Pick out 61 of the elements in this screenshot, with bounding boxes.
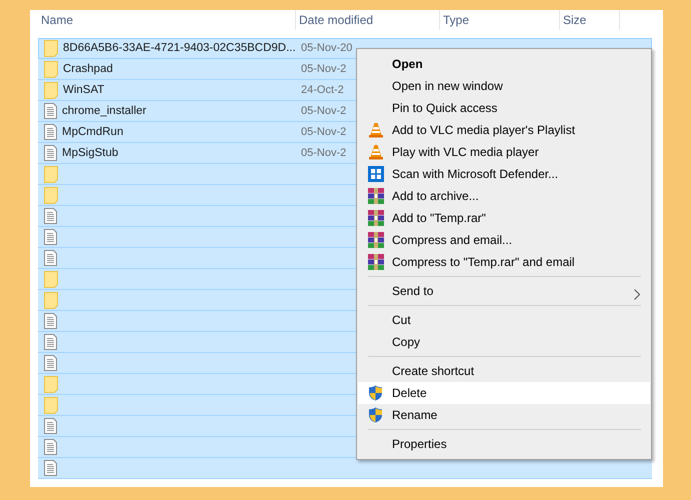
menu-item[interactable]: Cut: [358, 309, 650, 331]
traffic-cone-icon: [368, 122, 384, 138]
folder-icon: [44, 60, 58, 78]
menu-item[interactable]: Delete: [358, 382, 650, 404]
document-icon: [44, 103, 57, 119]
column-header[interactable]: Name: [38, 10, 296, 30]
column-header[interactable]: Date modified: [296, 10, 440, 30]
file-name: MpCmdRun: [62, 126, 124, 138]
date-cell-text: 05-Nov-2: [300, 63, 346, 75]
date-cell-text: 05-Nov-2: [300, 105, 346, 117]
document-icon: [44, 460, 57, 476]
document-icon: [44, 250, 57, 266]
date-cell-text: 24-Oct-2: [300, 84, 344, 96]
file-name: chrome_installer: [62, 105, 146, 117]
folder-icon: [44, 186, 58, 204]
folder-icon: [44, 376, 58, 392]
folder-icon: [44, 40, 58, 56]
books-icon: [368, 210, 384, 226]
menu-item[interactable]: Add to archive...: [358, 185, 650, 207]
file-name: 8D66A5B6-33AE-4721-9403-02C35BCD9D...: [63, 42, 296, 54]
menu-item[interactable]: Scan with Microsoft Defender...: [358, 163, 650, 185]
date-cell-text: 05-Nov-2: [300, 147, 346, 159]
menu-item[interactable]: Create shortcut: [358, 360, 650, 382]
document-icon: [44, 334, 57, 350]
menu-item[interactable]: Send to: [358, 280, 650, 302]
menu-item[interactable]: Properties: [358, 433, 650, 455]
chevron-icon: [634, 289, 640, 300]
folder-icon: [44, 82, 58, 98]
menu-item[interactable]: Rename: [358, 404, 650, 426]
date-cell-text: 05-Nov-20: [300, 42, 352, 54]
menu-item[interactable]: Add to "Temp.rar": [358, 207, 650, 229]
column-header[interactable]: Type: [440, 10, 560, 30]
menu-item[interactable]: Copy: [358, 331, 650, 353]
books-icon: [368, 254, 384, 270]
document-icon: [44, 355, 57, 371]
file-name: MpSigStub: [62, 147, 118, 159]
document-icon: [44, 124, 57, 140]
menu-item[interactable]: Play with VLC media player: [358, 141, 650, 163]
document-icon: [44, 208, 57, 224]
folder-icon: [44, 292, 58, 308]
window-shield-icon: [368, 166, 384, 182]
folder-icon: [44, 166, 58, 182]
file-name: WinSAT: [63, 84, 104, 96]
document-icon: [44, 418, 57, 434]
document-icon: [44, 229, 57, 245]
document-icon: [44, 145, 57, 161]
file-name: Crashpad: [63, 63, 113, 75]
traffic-cone-icon: [368, 144, 384, 160]
menu-item[interactable]: Compress to "Temp.rar" and email: [358, 251, 650, 273]
books-icon: [368, 188, 384, 204]
column-header[interactable]: Size: [560, 10, 620, 30]
books-icon: [368, 232, 384, 248]
folder-icon: [44, 270, 58, 288]
menu-item[interactable]: Compress and email...: [358, 229, 650, 251]
folder-icon: [44, 396, 58, 414]
menu-item[interactable]: Add to VLC media player's Playlist: [358, 119, 650, 141]
date-cell-text: 05-Nov-2: [300, 126, 346, 138]
shield-icon: [368, 385, 383, 401]
document-icon: [44, 439, 57, 455]
document-icon: [44, 313, 57, 329]
shield-icon: [368, 407, 383, 423]
